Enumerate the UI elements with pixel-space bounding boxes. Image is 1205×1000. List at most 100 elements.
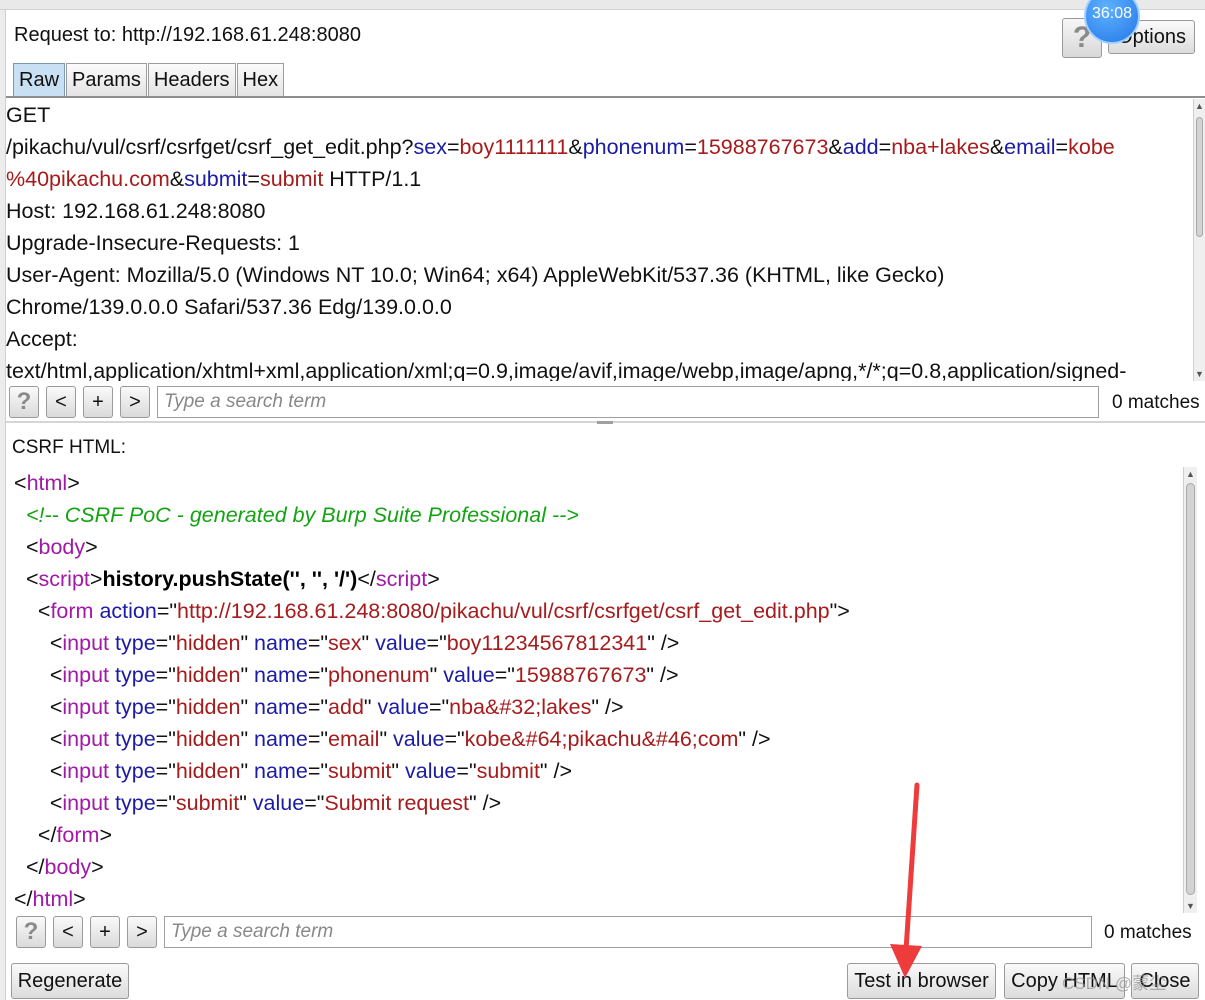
code-token: html xyxy=(26,471,68,495)
code-token: add xyxy=(842,135,879,159)
regenerate-button[interactable]: Regenerate xyxy=(11,963,129,999)
code-token: hidden xyxy=(175,663,241,687)
code-token: value xyxy=(393,727,445,751)
code-token: script xyxy=(375,567,428,591)
csrf-html-line: <html> xyxy=(14,467,1182,499)
scroll-up-icon[interactable]: ▲ xyxy=(1194,99,1205,113)
scroll-up-icon[interactable]: ▲ xyxy=(1184,467,1197,481)
code-token: & xyxy=(568,135,583,159)
csrf-scroll-thumb[interactable] xyxy=(1186,483,1195,895)
code-token: submit xyxy=(184,167,248,191)
watermark-text: CSDN @蒙尘 xyxy=(1062,974,1167,993)
code-token: =" xyxy=(307,727,329,751)
scroll-down-icon[interactable]: ▼ xyxy=(1184,899,1197,913)
request-editor[interactable]: GET/pikachu/vul/csrf/csrfget/csrf_get_ed… xyxy=(6,99,1192,381)
code-token: value xyxy=(252,791,305,815)
code-token: type xyxy=(115,695,156,719)
code-token: =" xyxy=(155,663,176,687)
csrf-html-line: <input type="submit" value="Submit reque… xyxy=(14,787,1182,819)
csrf-html-line: <!-- CSRF PoC - generated by Burp Suite … xyxy=(14,499,1182,531)
csrf-html-label: CSRF HTML: xyxy=(12,437,126,458)
request-scrollbar[interactable]: ▲ ▼ xyxy=(1193,99,1205,381)
code-token: value xyxy=(375,631,427,655)
request-search-next-button[interactable]: > xyxy=(120,386,150,418)
csrf-html-line: <script>history.pushState('', '', '/')</… xyxy=(14,563,1182,595)
code-token: hidden xyxy=(175,727,241,751)
code-token: /pikachu/vul/csrf/csrfget/csrf_get_edit.… xyxy=(6,135,414,159)
code-token: sex xyxy=(413,135,447,159)
code-token: hidden xyxy=(175,759,241,783)
code-token: " /> xyxy=(539,759,573,783)
request-search-input[interactable]: Type a search term xyxy=(157,386,1099,418)
code-token: " xyxy=(240,727,255,751)
code-token: kobe&#64;pikachu&#46;com xyxy=(464,727,739,751)
request-scroll-thumb[interactable] xyxy=(1196,117,1203,237)
csrf-search-bar: ? < + > Type a search term xyxy=(16,916,1092,948)
code-token: & xyxy=(169,167,185,191)
tab-hex[interactable]: Hex xyxy=(236,63,285,97)
code-token: HTTP/1.1 xyxy=(323,167,422,191)
code-token: Accept: xyxy=(6,327,78,351)
code-token: input xyxy=(62,727,110,751)
csrf-html-scrollbar[interactable]: ▲ ▼ xyxy=(1183,467,1197,913)
code-token: name xyxy=(254,759,308,783)
code-token: " /> xyxy=(647,631,680,655)
code-token: phonenum xyxy=(582,135,685,159)
code-token: kobe xyxy=(1068,135,1115,159)
code-token: form xyxy=(50,599,94,623)
code-token: hidden xyxy=(175,695,241,719)
code-token: history.pushState('', '', '/') xyxy=(102,567,358,591)
code-token: =" xyxy=(428,695,450,719)
request-line: text/html,application/xhtml+xml,applicat… xyxy=(6,355,1192,381)
code-token: < xyxy=(14,727,63,751)
scroll-down-icon[interactable]: ▼ xyxy=(1194,367,1205,381)
csrf-html-line: <input type="hidden" name="phonenum" val… xyxy=(14,659,1182,691)
request-line: Host: 192.168.61.248:8080 xyxy=(6,195,1192,227)
code-token: Host: 192.168.61.248:8080 xyxy=(6,199,266,223)
code-token: nba&#32;lakes xyxy=(449,695,592,719)
csrf-search-next-button[interactable]: > xyxy=(127,916,157,948)
code-token: & xyxy=(989,135,1005,159)
code-token: " xyxy=(240,695,255,719)
code-token: name xyxy=(254,663,308,687)
csrf-html-editor[interactable]: <html> <!-- CSRF PoC - generated by Burp… xyxy=(14,467,1182,914)
split-pane-grip[interactable] xyxy=(597,421,613,424)
code-token: =" xyxy=(155,727,176,751)
code-token: 15988767673 xyxy=(696,135,829,159)
code-token: text/html,application/xhtml+xml,applicat… xyxy=(6,359,1127,381)
request-search-prev-button[interactable]: < xyxy=(46,386,76,418)
code-token: =" xyxy=(155,759,176,783)
request-line: Chrome/139.0.0.0 Safari/537.36 Edg/139.0… xyxy=(6,291,1192,323)
window-top-strip xyxy=(0,0,1205,10)
code-token: action xyxy=(99,599,157,623)
request-search-add-button[interactable]: + xyxy=(83,386,113,418)
request-match-count: 0 matches xyxy=(1112,392,1200,413)
code-token: " /> xyxy=(469,791,502,815)
csrf-search-help-button[interactable]: ? xyxy=(16,916,46,948)
csrf-search-prev-button[interactable]: < xyxy=(53,916,83,948)
code-token: hidden xyxy=(175,631,241,655)
code-token: =" xyxy=(444,727,465,751)
code-token: input xyxy=(62,663,110,687)
csrf-html-line: <input type="hidden" name="submit" value… xyxy=(14,755,1182,787)
code-token: =" xyxy=(304,791,325,815)
csrf-search-input[interactable]: Type a search term xyxy=(164,916,1092,948)
code-token: & xyxy=(828,135,843,159)
code-token: < xyxy=(14,567,39,591)
code-token: = xyxy=(878,135,892,159)
csrf-search-add-button[interactable]: + xyxy=(90,916,120,948)
code-token: html xyxy=(32,887,74,911)
code-token: Chrome/139.0.0.0 Safari/537.36 Edg/139.0… xyxy=(6,295,452,319)
tab-raw[interactable]: Raw xyxy=(13,63,66,97)
tab-params[interactable]: Params xyxy=(66,63,147,97)
tab-headers[interactable]: Headers xyxy=(147,63,236,97)
test-in-browser-button[interactable]: Test in browser xyxy=(847,963,996,999)
request-search-help-button[interactable]: ? xyxy=(9,386,39,418)
request-line: GET xyxy=(6,99,1192,131)
code-token: = xyxy=(446,135,460,159)
code-token: =" xyxy=(307,759,329,783)
code-token: = xyxy=(684,135,697,159)
csrf-html-line: </form> xyxy=(14,819,1182,851)
code-token: value xyxy=(443,663,495,687)
